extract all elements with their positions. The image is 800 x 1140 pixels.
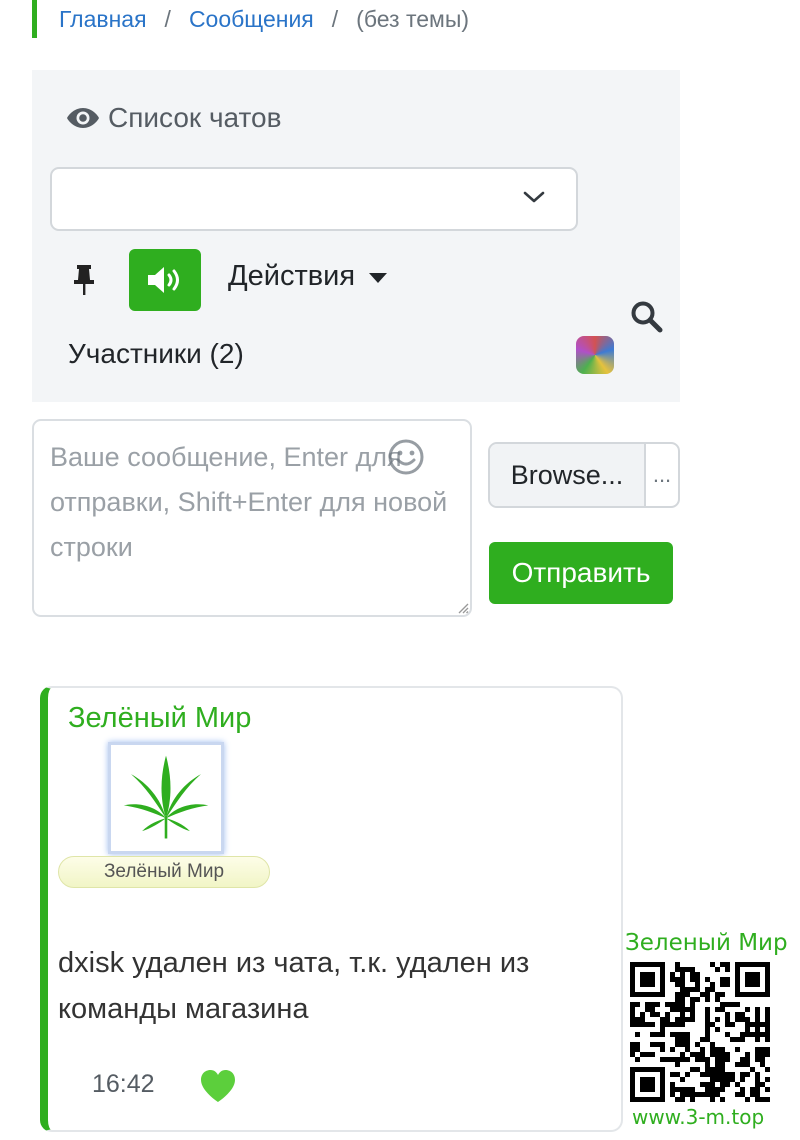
breadcrumb-separator: /	[331, 5, 339, 32]
heart-icon[interactable]	[198, 1068, 238, 1104]
breadcrumb-separator: /	[164, 5, 171, 32]
participants-label[interactable]: Участники (2)	[68, 338, 244, 370]
qr-code	[630, 962, 770, 1102]
actions-label: Действия	[228, 260, 356, 292]
watermark-url: www.3-m.top	[632, 1105, 765, 1129]
message-text: dxisk удален из чата, т.к. удален из ком…	[58, 947, 530, 1025]
browse-button[interactable]: Browse...	[490, 444, 646, 506]
message-time: 16:42	[92, 1070, 155, 1098]
breadcrumb-current: (без темы)	[356, 5, 470, 32]
chat-select[interactable]	[50, 167, 578, 231]
chevron-down-icon	[523, 191, 545, 203]
chat-list-toggle[interactable]: Список чатов	[66, 102, 281, 134]
message-card: Зелёный Мир Зелёный Мир dxisk удален из …	[40, 686, 623, 1132]
cannabis-leaf-icon	[123, 755, 209, 839]
send-button[interactable]: Отправить	[489, 542, 673, 604]
breadcrumb-home-link[interactable]: Главная	[59, 6, 147, 33]
message-author[interactable]: Зелёный Мир	[68, 702, 251, 735]
chat-list-title: Список чатов	[108, 102, 282, 133]
breadcrumb: Главная / Сообщения / (без темы)	[32, 0, 469, 38]
resize-handle-icon[interactable]	[457, 602, 469, 614]
search-icon[interactable]	[630, 300, 664, 334]
actions-dropdown[interactable]: Действия	[228, 260, 388, 293]
author-avatar[interactable]	[108, 742, 224, 854]
participant-avatar[interactable]	[576, 336, 614, 374]
author-badge: Зелёный Мир	[58, 856, 270, 888]
eye-icon	[67, 108, 99, 128]
pin-icon[interactable]	[72, 264, 96, 296]
caret-down-icon	[369, 272, 388, 283]
breadcrumb-messages-link[interactable]: Сообщения	[189, 6, 314, 33]
chat-panel: Список чатов Действия Участники (2)	[32, 70, 680, 402]
file-input[interactable]: Browse... ...	[488, 442, 680, 508]
sound-toggle-button[interactable]	[129, 249, 201, 311]
volume-icon	[148, 267, 179, 293]
emoji-icon[interactable]	[386, 437, 426, 477]
file-name-field[interactable]: ...	[646, 444, 678, 506]
watermark-title: Зеленый Мир	[625, 930, 788, 956]
